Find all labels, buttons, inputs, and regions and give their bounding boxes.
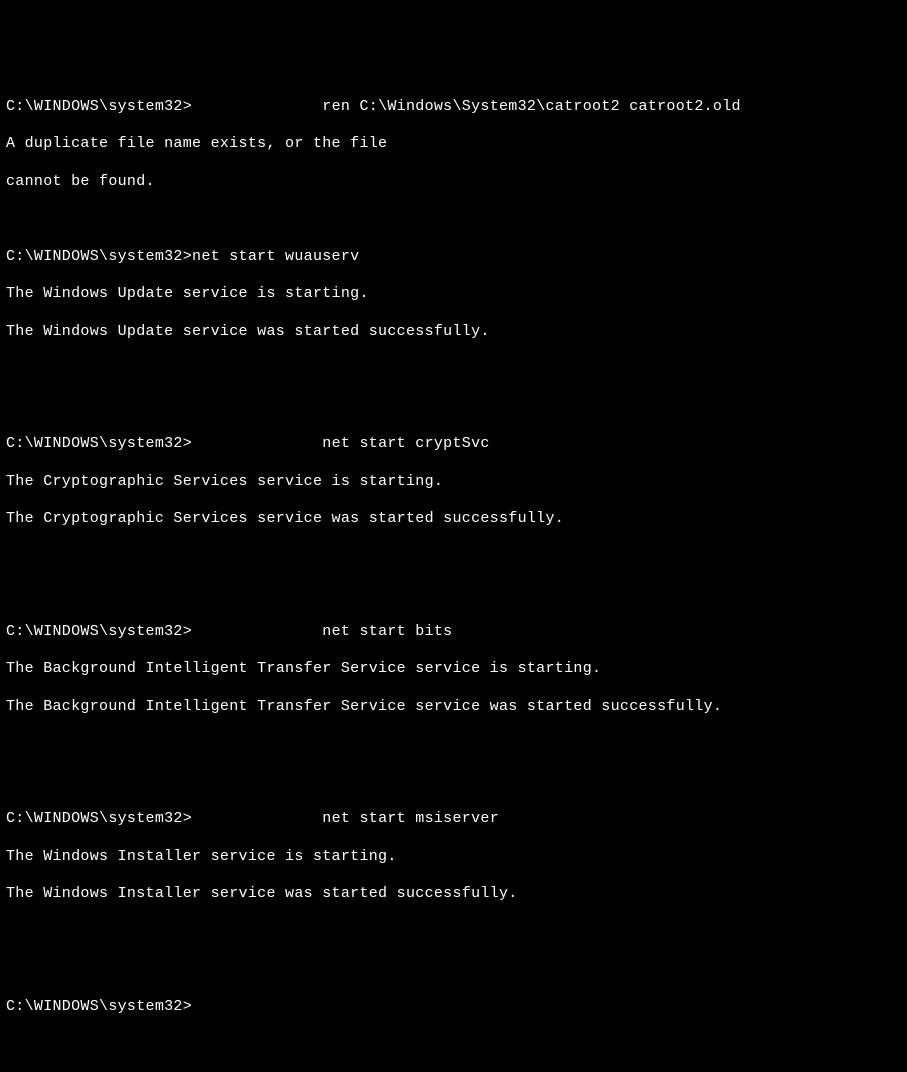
command-text: net start bits [322, 623, 452, 640]
command-padding [192, 435, 322, 452]
output-line: The Cryptographic Services service is st… [6, 473, 901, 492]
blank-line [6, 773, 901, 792]
prompt: C:\WINDOWS\system32> [6, 435, 192, 452]
prompt: C:\WINDOWS\system32> [6, 623, 192, 640]
output-line: A duplicate file name exists, or the fil… [6, 135, 901, 154]
command-padding [192, 810, 322, 827]
output-line: The Windows Installer service was starte… [6, 885, 901, 904]
command-text: net start msiserver [322, 810, 499, 827]
prompt: C:\WINDOWS\system32> [6, 98, 192, 115]
prompt: C:\WINDOWS\system32> [6, 248, 192, 265]
blank-line [6, 960, 901, 979]
output-line: The Background Intelligent Transfer Serv… [6, 698, 901, 717]
blank-line [6, 210, 901, 229]
command-padding [192, 623, 322, 640]
command-text: net start cryptSvc [322, 435, 489, 452]
output-line: cannot be found. [6, 173, 901, 192]
command-text: net start wuauserv [192, 248, 359, 265]
command-line: C:\WINDOWS\system32> net start cryptSvc [6, 435, 901, 454]
terminal-output[interactable]: C:\WINDOWS\system32> ren C:\Windows\Syst… [6, 79, 901, 1035]
output-line: The Cryptographic Services service was s… [6, 510, 901, 529]
command-line: C:\WINDOWS\system32> net start msiserver [6, 810, 901, 829]
blank-line [6, 548, 901, 567]
prompt: C:\WINDOWS\system32> [6, 810, 192, 827]
command-line: C:\WINDOWS\system32> ren C:\Windows\Syst… [6, 98, 901, 117]
blank-line [6, 735, 901, 754]
output-line: The Windows Installer service is startin… [6, 848, 901, 867]
output-line: The Background Intelligent Transfer Serv… [6, 660, 901, 679]
current-prompt-line[interactable]: C:\WINDOWS\system32> [6, 998, 901, 1017]
command-text: ren C:\Windows\System32\catroot2 catroot… [322, 98, 741, 115]
command-padding [192, 98, 322, 115]
blank-line [6, 923, 901, 942]
output-line: The Windows Update service was started s… [6, 323, 901, 342]
command-line: C:\WINDOWS\system32>net start wuauserv [6, 248, 901, 267]
command-line: C:\WINDOWS\system32> net start bits [6, 623, 901, 642]
output-line: The Windows Update service is starting. [6, 285, 901, 304]
blank-line [6, 585, 901, 604]
prompt: C:\WINDOWS\system32> [6, 998, 192, 1015]
blank-line [6, 398, 901, 417]
blank-line [6, 360, 901, 379]
